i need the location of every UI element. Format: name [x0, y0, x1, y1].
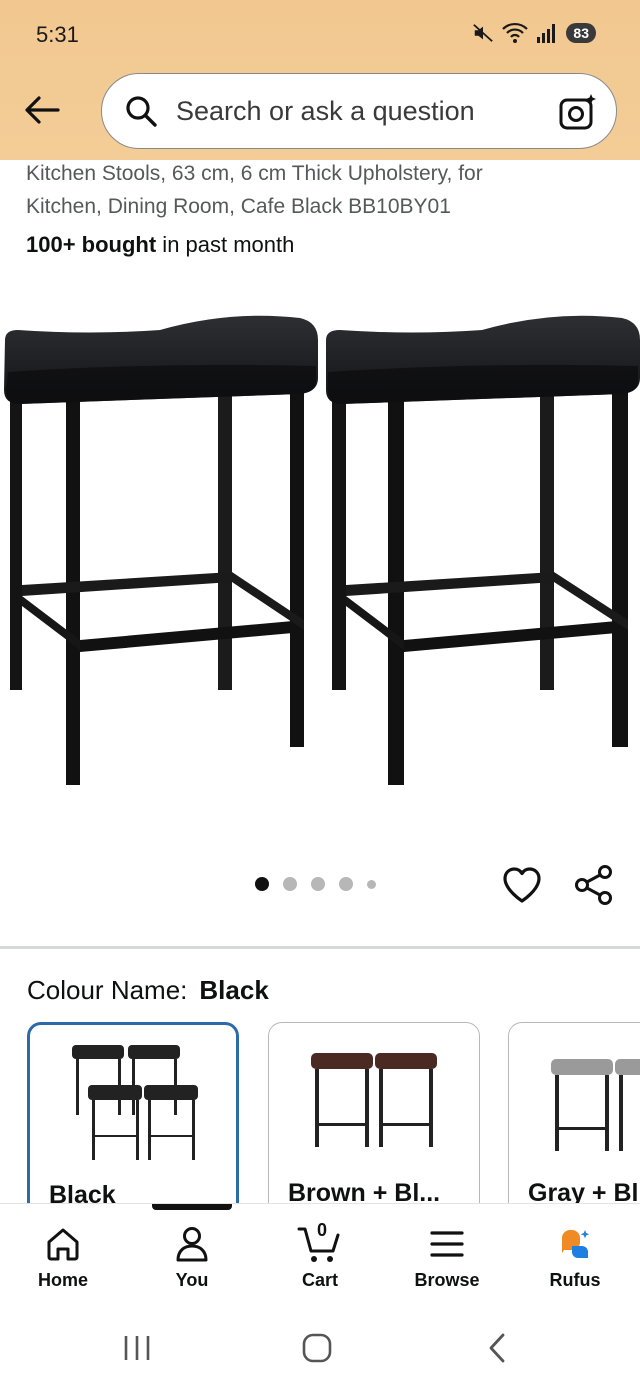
cart-count: 0 [317, 1220, 328, 1240]
share-icon [575, 865, 612, 905]
bought-count-rest: in past month [156, 232, 295, 257]
status-icons: 83 [472, 22, 596, 44]
status-time: 5:31 [36, 22, 79, 47]
product-image[interactable] [0, 300, 640, 800]
search-input[interactable] [176, 95, 536, 127]
home-system-button[interactable] [297, 1328, 337, 1368]
rufus-icon [562, 1230, 590, 1258]
nav-rufus[interactable]: Rufus [520, 1222, 630, 1291]
system-nav-bar [0, 1308, 640, 1388]
nav-browse[interactable]: Browse [392, 1222, 502, 1291]
colour-name-row: Colour Name: Black [27, 975, 269, 1006]
share-button[interactable] [574, 864, 614, 906]
signal-icon [537, 24, 556, 43]
product-title-line1: Kitchen Stools, 63 cm, 6 cm Thick Uphols… [26, 162, 483, 185]
colour-option-gray-black[interactable]: Gray + Bl [508, 1022, 640, 1222]
battery-indicator: 83 [566, 23, 596, 43]
carousel-dot-1[interactable] [255, 877, 269, 891]
product-title-line2: Kitchen, Dining Room, Cafe Black BB10BY0… [26, 195, 451, 218]
product-title: Kitchen Stools, 63 cm, 6 cm Thick Uphols… [26, 157, 616, 223]
search-icon [124, 94, 158, 128]
menu-icon [430, 1231, 464, 1257]
nav-active-indicator [152, 1204, 232, 1210]
carousel-dot-3[interactable] [311, 877, 325, 891]
colour-option-brown-black[interactable]: Brown + Bl... [268, 1022, 480, 1222]
camera-lens-icon[interactable] [558, 92, 598, 132]
carousel-dot-2[interactable] [283, 877, 297, 891]
chevron-left-icon [489, 1333, 505, 1363]
colour-option-black[interactable]: Black [27, 1022, 239, 1222]
home-icon [47, 1228, 79, 1261]
carousel-dot-4[interactable] [339, 877, 353, 891]
nav-cart-label: Cart [301, 1270, 338, 1290]
heart-icon [503, 867, 541, 903]
bought-count: 100+ bought in past month [26, 232, 294, 258]
wifi-icon [502, 22, 529, 43]
colour-name-value: Black [199, 975, 269, 1005]
app-header: 5:31 83 [0, 0, 640, 160]
back-button[interactable] [20, 88, 64, 132]
swatch-image-black [72, 1045, 198, 1160]
mute-icon [473, 24, 494, 42]
carousel-dots[interactable] [255, 877, 376, 891]
section-divider [0, 946, 640, 949]
swatch-image-gray [551, 1059, 640, 1151]
swatch-image-brown [311, 1053, 437, 1147]
nav-you-label: You [175, 1270, 209, 1290]
stool-right [326, 315, 640, 785]
back-system-button[interactable] [477, 1328, 517, 1368]
person-icon [176, 1227, 208, 1262]
recents-button[interactable] [117, 1328, 157, 1368]
bottom-nav: Home You 0 Cart Browse Rufus [0, 1203, 640, 1308]
recents-icon [124, 1336, 150, 1360]
nav-home[interactable]: Home [8, 1222, 118, 1291]
search-bar[interactable] [101, 73, 617, 149]
wishlist-button[interactable] [501, 864, 543, 906]
status-bar: 5:31 83 [0, 0, 640, 70]
nav-home-label: Home [37, 1270, 88, 1290]
carousel-dot-5[interactable] [367, 879, 376, 889]
nav-rufus-label: Rufus [549, 1270, 601, 1290]
nav-browse-label: Browse [414, 1270, 480, 1290]
arrow-left-icon [25, 96, 60, 124]
stool-left [4, 315, 318, 785]
colour-name-label: Colour Name: [27, 975, 188, 1005]
home-circle-icon [302, 1333, 332, 1363]
bought-count-bold: 100+ bought [26, 232, 157, 257]
nav-you[interactable]: You [137, 1222, 247, 1291]
nav-cart[interactable]: 0 Cart [265, 1220, 375, 1291]
